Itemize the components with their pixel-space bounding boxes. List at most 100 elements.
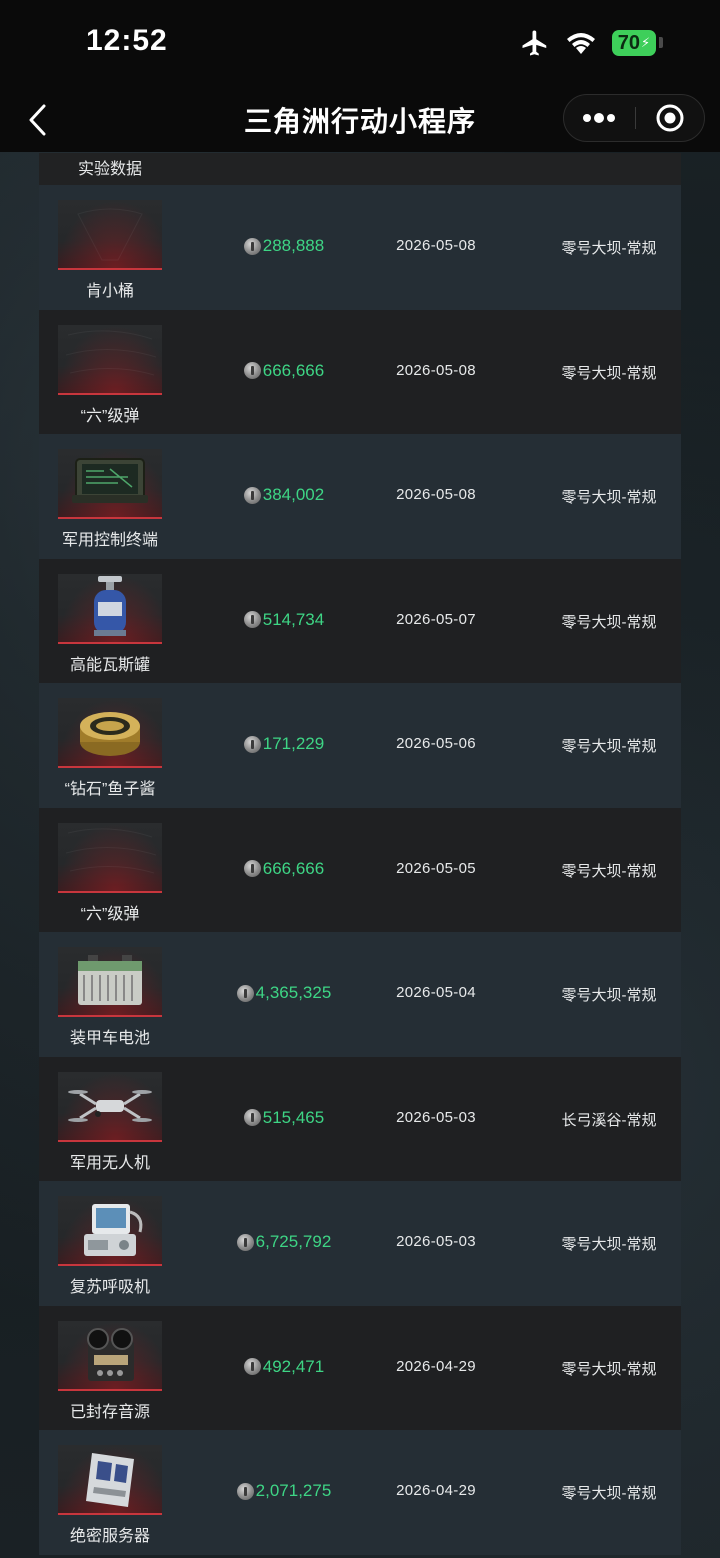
list-item[interactable]: 复苏呼吸机 6,725,792 2026-05-03 零号大坝-常规 — [39, 1181, 681, 1306]
price-value: 4,365,325 — [255, 983, 332, 1002]
item-thumbnail — [58, 573, 162, 644]
item-thumbnail — [58, 947, 162, 1017]
item-name: “六”级弹 — [80, 407, 140, 425]
item-name: 绝密服务器 — [69, 1528, 150, 1545]
airplane-mode-icon — [522, 30, 547, 56]
bucket-icon — [77, 208, 143, 261]
list-item[interactable]: 军用控制终端 384,002 2026-05-08 零号大坝-常规 — [39, 434, 681, 559]
nav-bar: 三角洲行动小程序 — [0, 88, 720, 152]
list-item[interactable]: 已封存音源 492,471 2026-04-29 零号大坝-常规 — [39, 1305, 681, 1430]
wifi-icon — [567, 33, 595, 54]
item-date: 2026-04-29 — [396, 1357, 476, 1375]
item-name: 实验数据 — [77, 161, 142, 178]
price-value: 171,229 — [262, 734, 325, 753]
list-item[interactable]: “六”级弹 666,666 2026-05-08 零号大坝-常规 — [39, 309, 681, 434]
item-date: 2026-05-03 — [396, 1108, 476, 1126]
ammo-icon — [65, 329, 157, 375]
item-date: 2026-05-08 — [396, 237, 476, 254]
price-value: 666,666 — [262, 858, 325, 878]
item-thumbnail — [58, 200, 162, 270]
item-date: 2026-05-08 — [396, 361, 476, 379]
drone-icon — [68, 1089, 152, 1122]
item-date: 2026-05-05 — [396, 859, 476, 877]
status-time: 12:52 — [86, 24, 168, 57]
price-value: 384,002 — [262, 485, 325, 504]
status-bar: 12:52 70 ⚡ — [0, 0, 720, 88]
item-thumbnail — [58, 1071, 162, 1142]
price-value: 288,888 — [262, 236, 325, 255]
item-map: 零号大坝-常规 — [561, 240, 657, 257]
ammo-icon — [65, 827, 157, 873]
item-name: “钻石”鱼子酱 — [64, 781, 156, 798]
item-thumbnail — [58, 1445, 162, 1515]
item-price: 288,888 — [189, 236, 379, 256]
item-name: 已封存音源 — [69, 1403, 150, 1421]
list-item-partial: 实验数据 — [39, 153, 681, 185]
item-price: 4,365,325 — [189, 983, 379, 1003]
item-thumbnail — [58, 1196, 162, 1266]
item-date: 2026-05-03 — [396, 1233, 476, 1250]
close-mini-program-button[interactable] — [636, 95, 704, 141]
coin-icon — [243, 362, 261, 379]
item-map: 零号大坝-常规 — [561, 987, 657, 1004]
list-item[interactable]: “六”级弹 666,666 2026-05-05 零号大坝-常规 — [39, 807, 681, 932]
list-item[interactable]: 军用无人机 515,465 2026-05-03 长弓溪谷-常规 — [39, 1056, 681, 1181]
item-map: 零号大坝-常规 — [561, 862, 657, 880]
coin-icon — [243, 486, 261, 504]
price-value: 514,734 — [262, 609, 325, 629]
list-item[interactable]: 肯小桶 288,888 2026-05-08 零号大坝-常规 — [39, 185, 681, 310]
item-price: 666,666 — [189, 361, 379, 381]
item-price: 171,229 — [189, 734, 379, 754]
item-price: 384,002 — [189, 485, 379, 505]
list-item[interactable]: 高能瓦斯罐 514,734 2026-05-07 零号大坝-常规 — [39, 558, 681, 683]
battery-cap — [659, 37, 663, 48]
list-item[interactable]: 绝密服务器 2,071,275 2026-04-29 零号大坝-常规 — [39, 1430, 681, 1555]
coin-icon — [243, 735, 261, 753]
price-value: 666,666 — [262, 360, 325, 380]
battery-pack-icon — [78, 955, 142, 1005]
item-map: 零号大坝-常规 — [561, 489, 657, 506]
item-price: 6,725,792 — [189, 1232, 379, 1252]
coin-icon — [236, 1233, 254, 1251]
coin-icon — [243, 1109, 261, 1126]
item-map: 长弓溪谷-常规 — [561, 1111, 657, 1129]
terminal-icon — [72, 458, 148, 503]
more-button[interactable] — [564, 95, 634, 141]
item-name: “六”级弹 — [80, 905, 140, 923]
item-thumbnail — [58, 822, 162, 893]
item-date: 2026-05-06 — [396, 735, 476, 752]
item-name: 肯小桶 — [85, 283, 134, 300]
price-value: 515,465 — [262, 1107, 325, 1127]
item-price: 492,471 — [189, 1357, 379, 1377]
item-name: 高能瓦斯罐 — [69, 656, 150, 674]
record-list[interactable]: 实验数据 肯小桶 288,888 2026-05-08 零号大坝-常规 “六”级弹 666… — [39, 153, 681, 1558]
coin-icon — [243, 1358, 261, 1375]
item-map: 零号大坝-常规 — [561, 1360, 657, 1378]
item-map: 零号大坝-常规 — [561, 364, 657, 382]
coin-icon — [243, 611, 261, 628]
item-map: 零号大坝-常规 — [561, 613, 657, 631]
mini-program-capsule — [563, 94, 705, 142]
item-thumbnail — [58, 698, 162, 768]
list-item[interactable]: “钻石”鱼子酱 171,229 2026-05-06 零号大坝-常规 — [39, 683, 681, 808]
charging-bolt-icon: ⚡ — [641, 35, 651, 50]
item-map: 零号大坝-常规 — [561, 738, 657, 755]
item-date: 2026-04-29 — [396, 1482, 476, 1499]
price-value: 492,471 — [262, 1356, 325, 1376]
coin-icon — [243, 237, 261, 255]
item-thumbnail — [58, 324, 162, 395]
caviar-tin-icon — [80, 712, 140, 756]
item-date: 2026-05-04 — [396, 984, 476, 1001]
price-value: 6,725,792 — [255, 1232, 332, 1251]
price-value: 2,071,275 — [255, 1481, 332, 1500]
battery-indicator: 70 ⚡ — [612, 30, 656, 56]
list-item[interactable]: 装甲车电池 4,365,325 2026-05-04 零号大坝-常规 — [39, 932, 681, 1057]
item-price: 2,071,275 — [189, 1481, 379, 1501]
server-icon — [86, 1453, 134, 1507]
item-map: 零号大坝-常规 — [561, 1485, 657, 1502]
item-thumbnail — [58, 1320, 162, 1391]
battery-level: 70 — [617, 31, 641, 54]
item-date: 2026-05-07 — [396, 610, 476, 628]
item-thumbnail — [58, 449, 162, 519]
coin-icon — [236, 1482, 254, 1500]
